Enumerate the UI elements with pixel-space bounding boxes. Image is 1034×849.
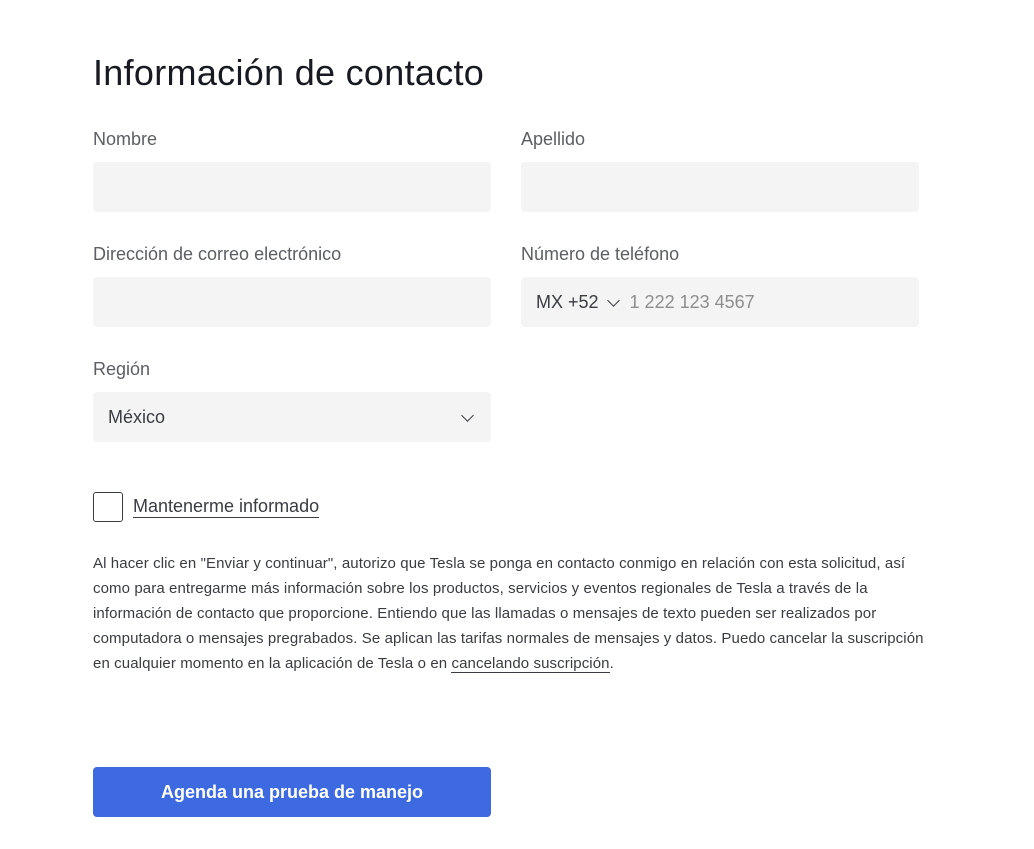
last-name-label: Apellido: [521, 129, 586, 149]
disclaimer-end: .: [609, 655, 614, 672]
unsubscribe-link[interactable]: cancelando suscripción: [451, 655, 610, 673]
first-name-input[interactable]: [93, 162, 491, 212]
phone-label: Número de teléfono: [521, 244, 680, 264]
chevron-down-icon[interactable]: [606, 293, 620, 307]
region-selected-value: México: [108, 406, 166, 427]
last-name-input[interactable]: [521, 162, 919, 212]
country-code-select[interactable]: MX +52: [536, 292, 599, 313]
keep-informed-label[interactable]: Mantenerme informado: [133, 496, 320, 518]
region-label: Región: [93, 359, 151, 379]
email-label: Dirección de correo electrónico: [93, 244, 342, 264]
page-title: Información de contacto: [93, 52, 485, 93]
keep-informed-checkbox[interactable]: [93, 492, 123, 522]
first-name-label: Nombre: [93, 129, 158, 149]
phone-field: MX +52 1 222 123 4567: [521, 277, 919, 327]
schedule-test-drive-button[interactable]: Agenda una prueba de manejo: [93, 767, 491, 817]
region-select[interactable]: México: [93, 392, 491, 442]
disclaimer-text: Al hacer clic en "Enviar y continuar", a…: [93, 551, 928, 676]
email-input[interactable]: [93, 277, 491, 327]
chevron-down-icon: [461, 408, 474, 422]
phone-input[interactable]: 1 222 123 4567: [630, 292, 755, 313]
